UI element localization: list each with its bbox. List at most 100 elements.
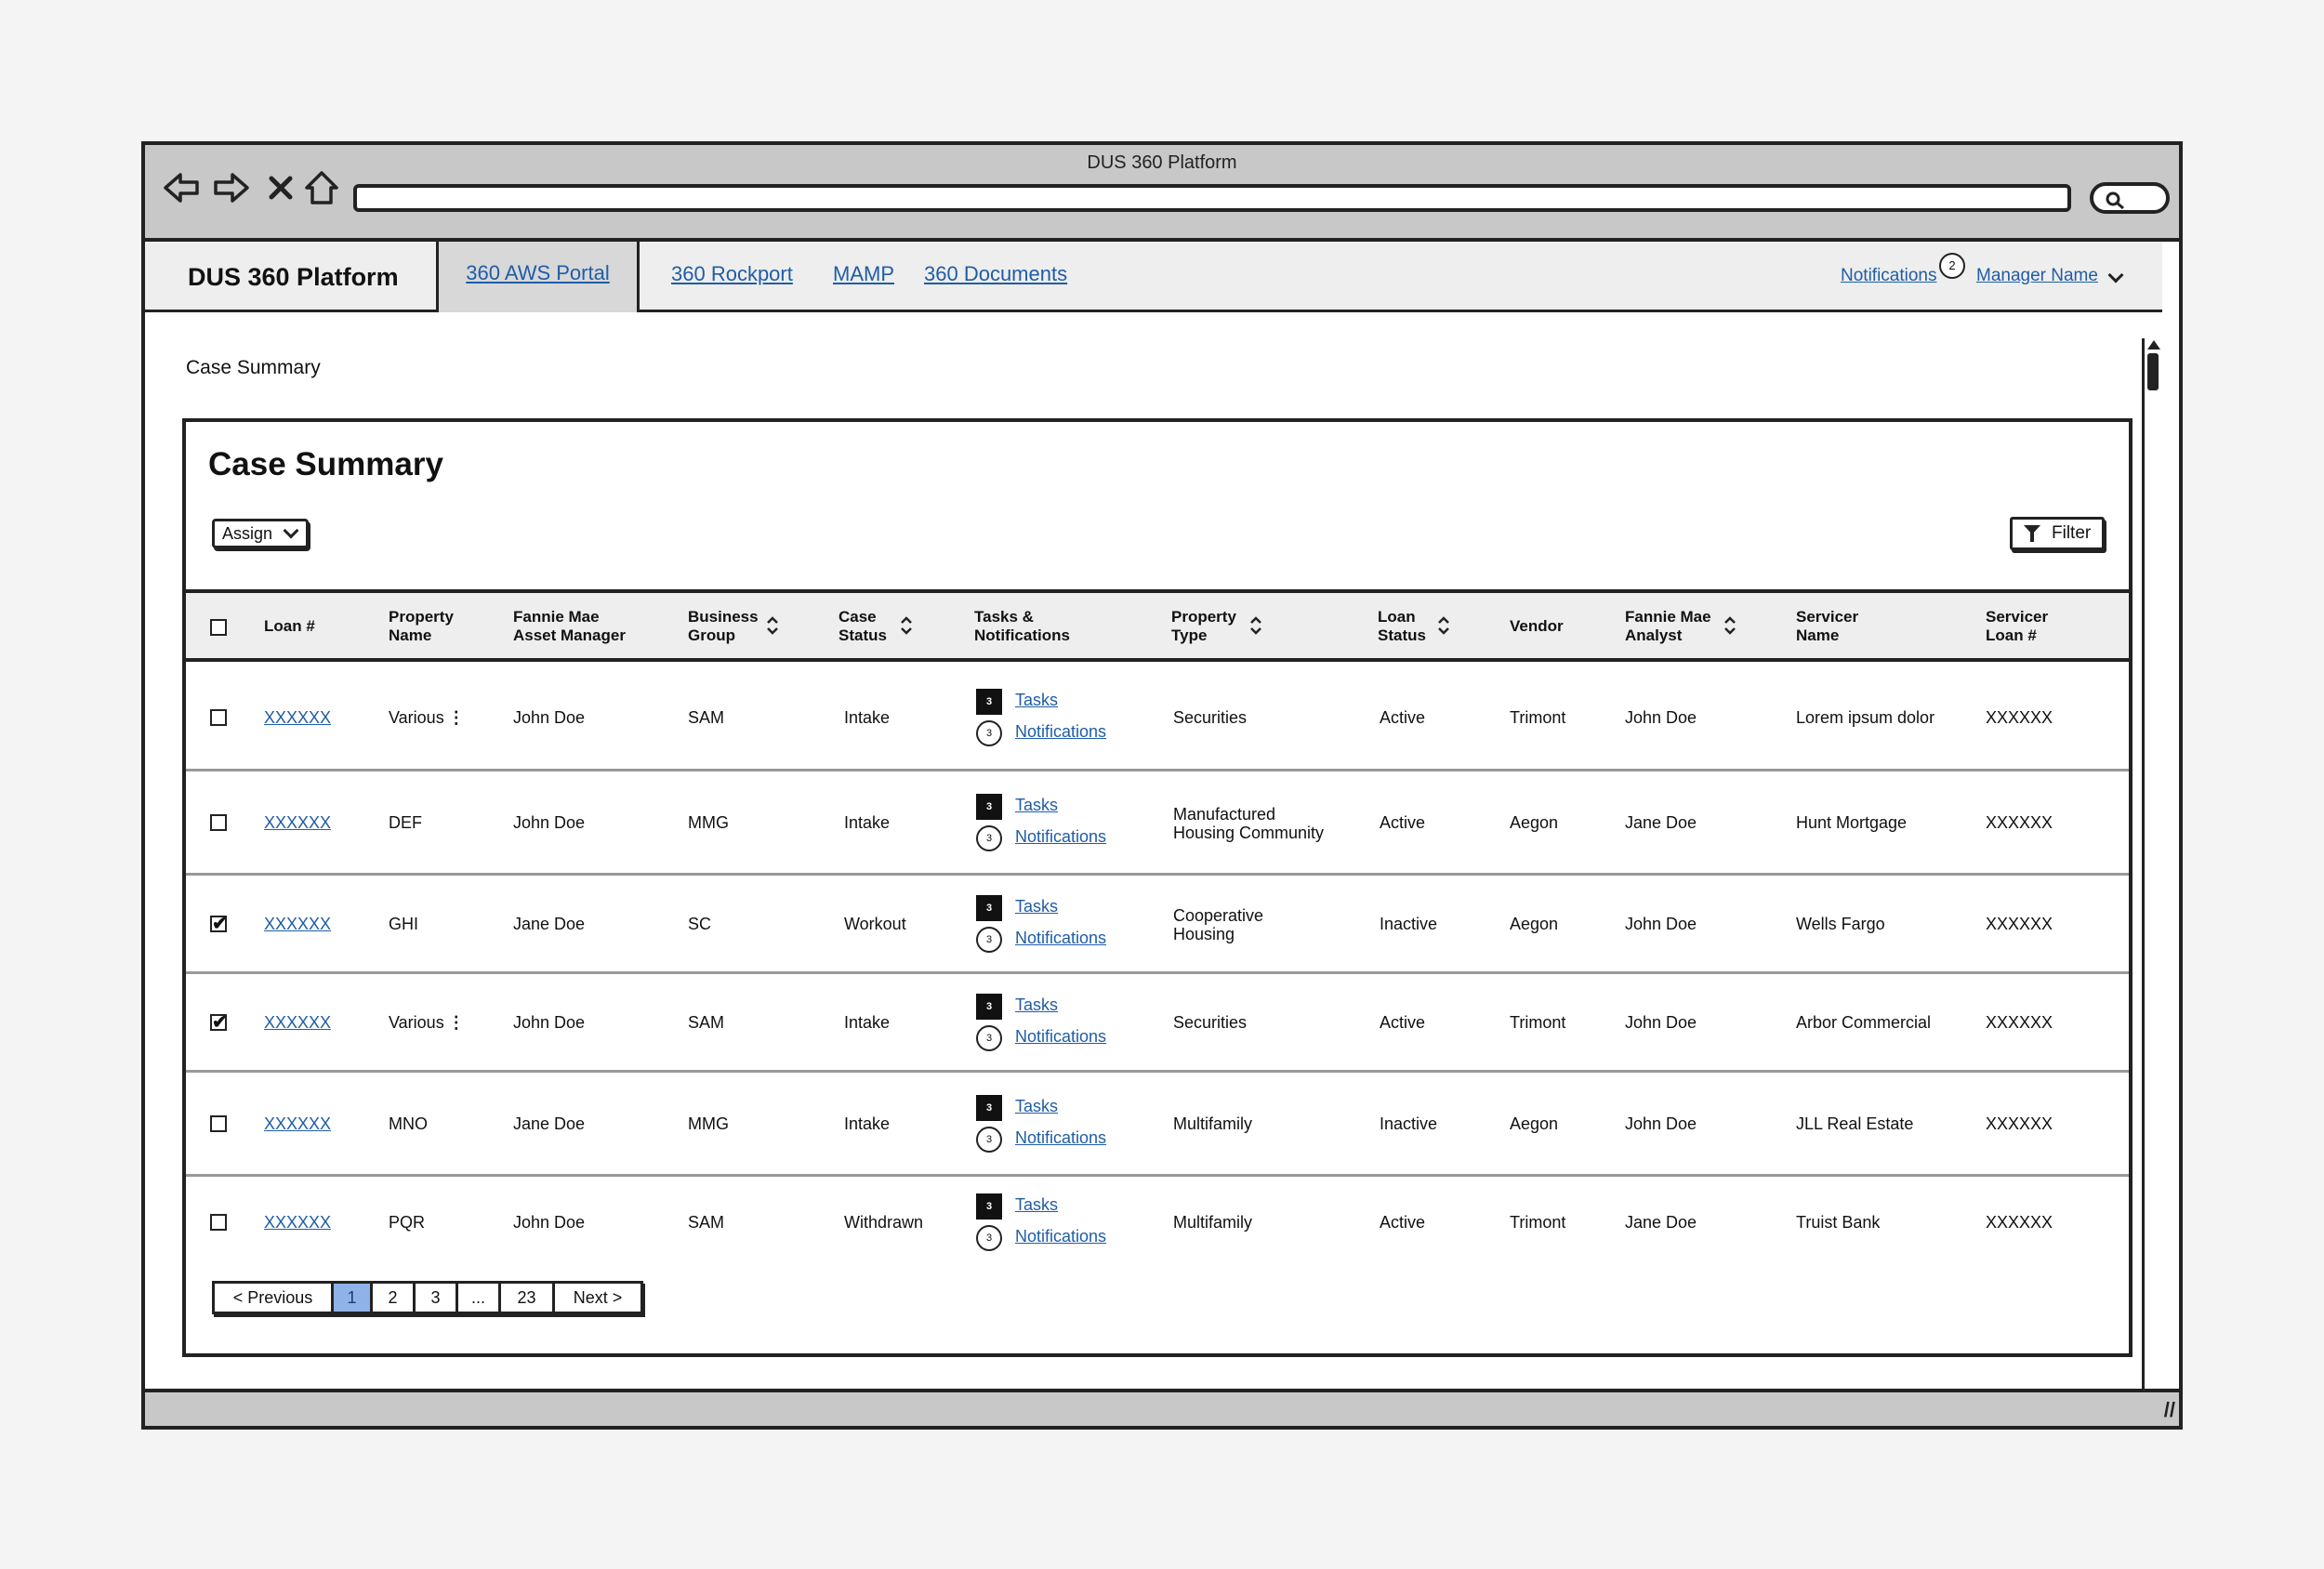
col-asset-manager: Fannie Mae Asset Manager <box>513 608 626 644</box>
property-type: Multifamily <box>1173 1213 1253 1232</box>
col-case-status: Case Status <box>838 608 887 644</box>
servicer-loan-number: XXXXXX <box>1986 813 2053 832</box>
servicer-loan-number: XXXXXX <box>1986 1114 2053 1133</box>
page-2[interactable]: 2 <box>373 1284 416 1312</box>
analyst: Jane Doe <box>1625 1213 1697 1232</box>
nav-tab-aws-portal[interactable]: 360 AWS Portal <box>439 242 640 312</box>
tasks-link[interactable]: Tasks <box>1015 995 1058 1015</box>
servicer-loan-number: XXXXXX <box>1986 1013 2053 1032</box>
property-type: Manufactured Housing Community <box>1173 805 1325 842</box>
sort-icon[interactable] <box>766 615 779 636</box>
tasks-link[interactable]: Tasks <box>1015 1195 1058 1215</box>
servicer-loan-number: XXXXXX <box>1986 708 2053 727</box>
asset-manager: Jane Doe <box>513 915 586 933</box>
row-checkbox[interactable] <box>210 814 227 831</box>
notifications-count-badge: 3 <box>976 1127 1002 1153</box>
loan-number-link[interactable]: XXXXXX <box>264 915 331 934</box>
property-name-text: DEF <box>389 813 422 832</box>
forward-icon[interactable] <box>210 167 251 208</box>
filter-label: Filter <box>2052 523 2092 543</box>
row-checkbox[interactable] <box>210 1010 228 1034</box>
tasks-link[interactable]: Tasks <box>1015 691 1058 710</box>
sort-icon[interactable] <box>900 615 913 636</box>
vendor: Aegon <box>1510 1114 1559 1133</box>
col-servicer-loan: Servicer Loan # <box>1986 608 2049 644</box>
pagination-previous[interactable]: < Previous <box>215 1284 334 1312</box>
col-vendor: Vendor <box>1510 617 1564 635</box>
page-3[interactable]: 3 <box>416 1284 458 1312</box>
scroll-thumb[interactable] <box>2147 353 2159 390</box>
more-options-icon[interactable]: ⋮ <box>448 708 465 727</box>
sort-icon[interactable] <box>1723 615 1736 636</box>
sort-icon[interactable] <box>1437 615 1450 636</box>
servicer-name: Arbor Commercial <box>1796 1013 1932 1032</box>
notifications-count-badge: 3 <box>976 720 1002 746</box>
property-type: Securities <box>1173 708 1248 727</box>
page-1[interactable]: 1 <box>334 1284 373 1312</box>
scroll-up-icon[interactable] <box>2147 340 2160 349</box>
browser-statusbar: // <box>145 1389 2179 1426</box>
filter-button[interactable]: Filter <box>2010 517 2105 550</box>
case-summary-panel: Case Summary Assign Filter Loan # Proper… <box>182 418 2133 1357</box>
notifications-link[interactable]: Notifications <box>1015 827 1106 847</box>
sort-icon[interactable] <box>1249 615 1262 636</box>
nav-link-aws-portal[interactable]: 360 AWS Portal <box>466 261 609 284</box>
property-name: PQR <box>389 1213 429 1233</box>
loan-number-link[interactable]: XXXXXX <box>264 813 331 833</box>
browser-search-button[interactable] <box>2090 182 2170 214</box>
loan-status: Active <box>1380 813 1426 832</box>
notifications-link[interactable]: Notifications <box>1015 722 1106 742</box>
property-name: Various ⋮ <box>389 708 465 728</box>
nav-link-rockport[interactable]: 360 Rockport <box>671 262 793 286</box>
loan-status: Inactive <box>1380 1114 1438 1133</box>
notifications-link[interactable]: Notifications <box>1015 1227 1106 1246</box>
assign-dropdown[interactable]: Assign <box>212 519 309 548</box>
chevron-down-icon[interactable] <box>2107 267 2124 283</box>
loan-number-link[interactable]: XXXXXX <box>264 708 331 728</box>
property-type: Cooperative Housing <box>1173 906 1264 943</box>
notifications-link[interactable]: Notifications <box>1841 266 1937 286</box>
notifications-link[interactable]: Notifications <box>1015 1027 1106 1047</box>
row-checkbox[interactable] <box>210 1214 227 1231</box>
loan-status: Inactive <box>1380 915 1438 933</box>
row-checkbox[interactable] <box>210 709 227 726</box>
property-name: GHI <box>389 915 422 934</box>
vertical-scrollbar[interactable] <box>2142 338 2162 1392</box>
stop-icon[interactable] <box>260 167 301 208</box>
address-bar[interactable] <box>353 184 2071 212</box>
servicer-name: Hunt Mortgage <box>1796 813 1908 832</box>
browser-window: DUS 360 Platform DUS 360 Platform 360 AW… <box>141 141 2183 1430</box>
more-options-icon[interactable]: ⋮ <box>448 1013 465 1032</box>
vendor: Aegon <box>1510 915 1559 933</box>
table-row: XXXXXX DEF John Doe MMG Intake 3 Tasks 3 Notific… <box>186 771 2129 876</box>
notifications-link[interactable]: Notifications <box>1015 929 1106 948</box>
user-menu-link[interactable]: Manager Name <box>1976 266 2098 286</box>
tasks-link[interactable]: Tasks <box>1015 897 1058 916</box>
notifications-link[interactable]: Notifications <box>1015 1128 1106 1148</box>
window-title: DUS 360 Platform <box>1087 152 1237 173</box>
tasks-count-badge: 3 <box>976 794 1002 820</box>
loan-number-link[interactable]: XXXXXX <box>264 1114 331 1134</box>
col-tasks-notifications: Tasks & Notifications <box>974 608 1070 644</box>
search-icon <box>2106 191 2124 210</box>
tasks-link[interactable]: Tasks <box>1015 1097 1058 1116</box>
page-23[interactable]: 23 <box>501 1284 555 1312</box>
asset-manager: John Doe <box>513 708 586 727</box>
row-checkbox[interactable] <box>210 912 228 935</box>
select-all-checkbox[interactable] <box>210 619 227 636</box>
back-icon[interactable] <box>162 167 203 208</box>
analyst: Jane Doe <box>1625 813 1697 832</box>
resize-grip-icon[interactable]: // <box>2164 1398 2175 1422</box>
pagination-next[interactable]: Next > <box>555 1284 640 1312</box>
business-group: SC <box>688 915 712 933</box>
loan-number-link[interactable]: XXXXXX <box>264 1213 331 1233</box>
row-checkbox[interactable] <box>210 1115 227 1132</box>
case-status: Withdrawn <box>844 1213 924 1232</box>
home-icon[interactable] <box>301 167 342 208</box>
nav-link-documents[interactable]: 360 Documents <box>924 262 1067 286</box>
tasks-link[interactable]: Tasks <box>1015 796 1058 815</box>
col-loan: Loan # <box>264 617 315 635</box>
nav-link-mamp[interactable]: MAMP <box>833 262 894 286</box>
loan-number-link[interactable]: XXXXXX <box>264 1013 331 1033</box>
col-analyst: Fannie Mae Analyst <box>1625 608 1711 644</box>
